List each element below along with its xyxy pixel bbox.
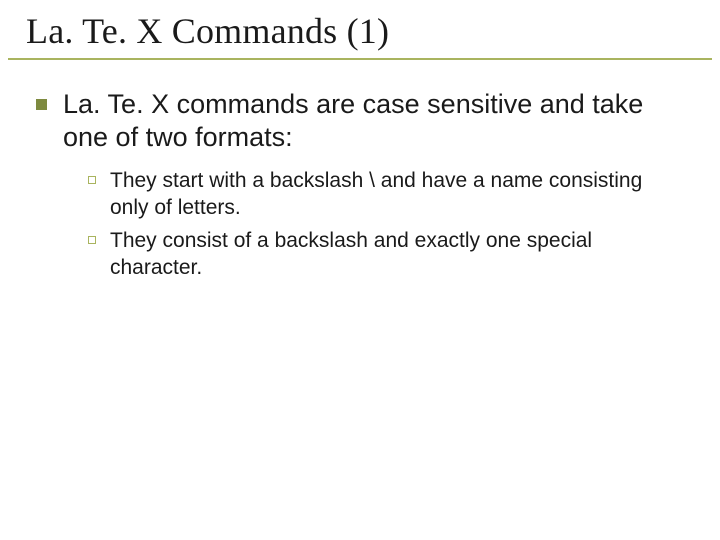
bullet-level2-list: They start with a backslash \ and have a… xyxy=(36,168,684,282)
bullet-level2-text: They consist of a backslash and exactly … xyxy=(110,228,684,282)
title-underline-wrap: La. Te. X Commands (1) xyxy=(8,0,712,60)
slide: La. Te. X Commands (1) La. Te. X command… xyxy=(0,0,720,540)
hollow-square-bullet-icon xyxy=(88,176,96,184)
bullet-level1: La. Te. X commands are case sensitive an… xyxy=(36,88,684,154)
hollow-square-bullet-icon xyxy=(88,236,96,244)
slide-title: La. Te. X Commands (1) xyxy=(26,10,694,52)
bullet-level2-text: They start with a backslash \ and have a… xyxy=(110,168,684,222)
square-bullet-icon xyxy=(36,99,47,110)
slide-content: La. Te. X commands are case sensitive an… xyxy=(0,60,720,281)
bullet-level1-text: La. Te. X commands are case sensitive an… xyxy=(63,88,684,154)
bullet-level2: They start with a backslash \ and have a… xyxy=(88,168,684,222)
bullet-level2: They consist of a backslash and exactly … xyxy=(88,228,684,282)
